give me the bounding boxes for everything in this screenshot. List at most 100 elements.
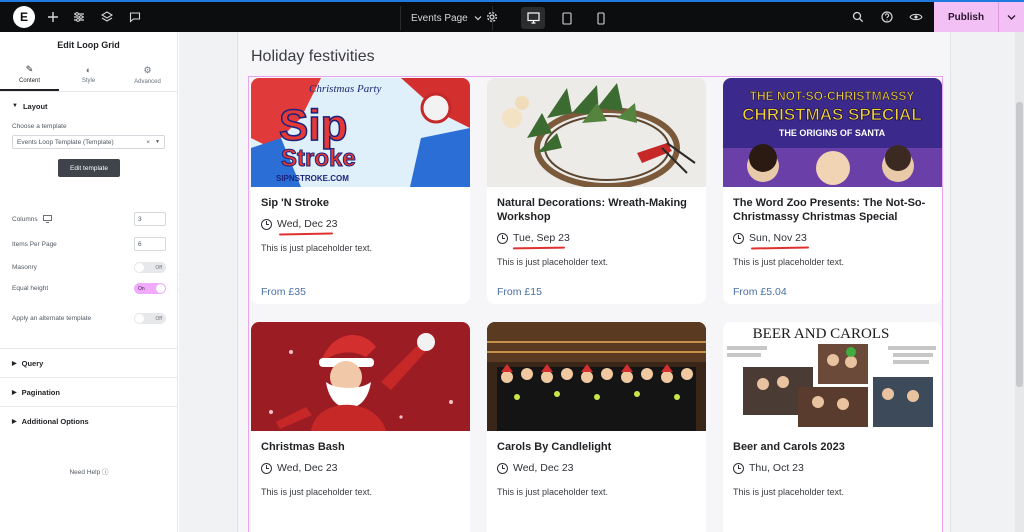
poster-line: BEER AND CAROLS <box>753 326 890 342</box>
event-card[interactable]: Christmas Bash Wed, Dec 23 This is just … <box>251 322 470 532</box>
preview-canvas: Holiday festivities Christmas Party Sip … <box>179 32 1024 532</box>
event-date: Wed, Dec 23 <box>261 462 338 474</box>
event-card[interactable]: THE NOT-SO-CHRISTMASSY CHRISTMAS SPECIAL… <box>723 78 942 304</box>
edit-template-button[interactable]: Edit template <box>58 159 120 177</box>
editor-panel: Edit Loop Grid ✎ Content ◐ Style ⚙ Advan… <box>0 32 178 532</box>
event-title[interactable]: Carols By Candlelight <box>497 440 697 454</box>
columns-row: Columns 3 <box>12 212 166 226</box>
event-description: This is just placeholder text. <box>261 243 373 253</box>
caret-right-icon: ▶ <box>12 389 17 396</box>
tablet-device-icon[interactable] <box>555 7 579 29</box>
event-date-text: Wed, Dec 23 <box>513 462 574 474</box>
alternate-template-toggle[interactable]: Off <box>134 313 166 324</box>
desktop-device-icon[interactable] <box>521 7 545 29</box>
section-heading[interactable]: Holiday festivities <box>251 48 375 66</box>
columns-input[interactable]: 3 <box>134 212 166 226</box>
section-title: Pagination <box>21 387 60 397</box>
panel-title: Edit Loop Grid <box>57 40 120 50</box>
event-card[interactable]: Christmas Party Sip Stroke SIPNSTROKE.CO… <box>251 78 470 304</box>
tab-label: Advanced <box>134 78 161 85</box>
help-circle-icon: ⓘ <box>102 469 109 476</box>
structure-layers-icon[interactable] <box>98 8 116 26</box>
not-so-christmassy-poster: THE NOT-SO-CHRISTMASSY CHRISTMAS SPECIAL… <box>723 78 942 187</box>
site-settings-sliders-icon[interactable] <box>70 8 88 26</box>
red-annotation-underline <box>512 246 566 250</box>
page-name: Events Page <box>411 12 468 24</box>
alternate-template-label: Apply an alternate template <box>12 315 92 322</box>
event-date-text: Tue, Sep 23 <box>513 232 570 244</box>
event-date-text: Sun, Nov 23 <box>749 232 807 244</box>
event-card[interactable]: Carols By Candlelight Wed, Dec 23 This i… <box>487 322 706 532</box>
add-element-icon[interactable] <box>44 8 62 26</box>
event-price: From £35 <box>261 286 306 298</box>
need-help-link[interactable]: Need Help ⓘ <box>0 466 178 476</box>
chevron-down-icon <box>474 16 482 21</box>
equal-height-row: Equal height On <box>12 283 166 294</box>
elementor-logo-icon[interactable]: E <box>13 6 35 28</box>
event-title[interactable]: The Word Zoo Presents: The Not-So-Christ… <box>733 196 933 224</box>
event-card[interactable]: Natural Decorations: Wreath-Making Works… <box>487 78 706 304</box>
panel-tabs: ✎ Content ◐ Style ⚙ Advanced <box>0 58 177 92</box>
preview-eye-icon[interactable] <box>907 8 925 26</box>
event-title[interactable]: Sip 'N Stroke <box>261 196 461 210</box>
tab-content[interactable]: ✎ Content <box>0 58 59 91</box>
items-per-page-label: Items Per Page <box>12 240 57 248</box>
tab-advanced[interactable]: ⚙ Advanced <box>118 58 177 91</box>
event-description: This is just placeholder text. <box>497 487 609 497</box>
section-title: Query <box>21 358 44 368</box>
poster-line: THE NOT-SO-CHRISTMASSY <box>750 89 915 103</box>
page-selector[interactable]: Events Page <box>400 6 493 30</box>
event-date: Thu, Oct 23 <box>733 462 804 474</box>
tab-style[interactable]: ◐ Style <box>59 58 118 91</box>
caret-down-icon: ▼ <box>12 103 18 109</box>
event-card[interactable]: BEER AND CAROLS Beer and Carols 2023 Thu… <box>723 322 942 532</box>
event-price: From £5.04 <box>733 286 787 298</box>
publish-button[interactable]: Publish <box>934 2 998 32</box>
masonry-row: Masonry Off <box>12 262 166 273</box>
canvas-scrollbar[interactable] <box>1015 32 1024 532</box>
mobile-device-icon[interactable] <box>589 7 613 29</box>
clock-icon <box>261 218 272 230</box>
section-title: Layout <box>22 101 48 111</box>
page-settings-gear-icon[interactable] <box>483 8 501 26</box>
desktop-responsive-icon[interactable] <box>42 215 52 223</box>
masonry-toggle[interactable]: Off <box>134 262 166 273</box>
items-per-page-input[interactable]: 6 <box>134 237 166 251</box>
event-title[interactable]: Christmas Bash <box>261 440 461 454</box>
poster-line: Stroke <box>281 145 356 172</box>
tab-label: Style <box>81 78 96 84</box>
event-description: This is just placeholder text. <box>733 257 845 267</box>
need-help-label: Need Help <box>69 469 101 476</box>
equal-height-label: Equal height <box>12 285 49 292</box>
template-select[interactable]: Events Loop Template (Template) × ▼ <box>12 135 165 149</box>
event-title[interactable]: Natural Decorations: Wreath-Making Works… <box>497 196 697 224</box>
columns-label: Columns <box>12 215 38 223</box>
clock-icon <box>261 462 272 474</box>
poster-line: SIPNSTROKE.COM <box>276 174 349 183</box>
equal-height-toggle[interactable]: On <box>134 283 166 294</box>
scrollbar-thumb[interactable] <box>1016 102 1023 387</box>
alternate-template-row: Apply an alternate template Off <box>12 313 166 324</box>
event-title[interactable]: Beer and Carols 2023 <box>733 440 933 454</box>
comments-icon[interactable] <box>126 8 144 26</box>
clear-icon[interactable]: × <box>146 139 150 146</box>
section-title: Additional Options <box>21 416 89 426</box>
query-section-toggle[interactable]: ▶ Query <box>0 348 178 377</box>
pagination-section-toggle[interactable]: ▶ Pagination <box>0 377 178 406</box>
clock-icon <box>733 232 744 244</box>
event-description: This is just placeholder text. <box>733 487 845 497</box>
additional-options-section-toggle[interactable]: ▶ Additional Options <box>0 406 178 435</box>
publish-options-chevron-icon[interactable] <box>998 2 1024 32</box>
event-date: Wed, Dec 23 <box>261 218 338 230</box>
event-date: Tue, Sep 23 <box>497 232 570 244</box>
search-icon[interactable] <box>849 8 867 26</box>
poster-line: CHRISTMAS SPECIAL <box>742 105 921 124</box>
red-annotation-underline <box>750 246 810 250</box>
half-circle-icon: ◐ <box>85 65 92 75</box>
event-description: This is just placeholder text. <box>497 257 609 267</box>
layout-section-toggle[interactable]: ▼ Layout <box>0 92 177 120</box>
help-icon[interactable] <box>878 8 896 26</box>
event-date-text: Thu, Oct 23 <box>749 462 804 474</box>
red-annotation-underline <box>278 232 334 236</box>
clock-icon <box>733 462 744 474</box>
